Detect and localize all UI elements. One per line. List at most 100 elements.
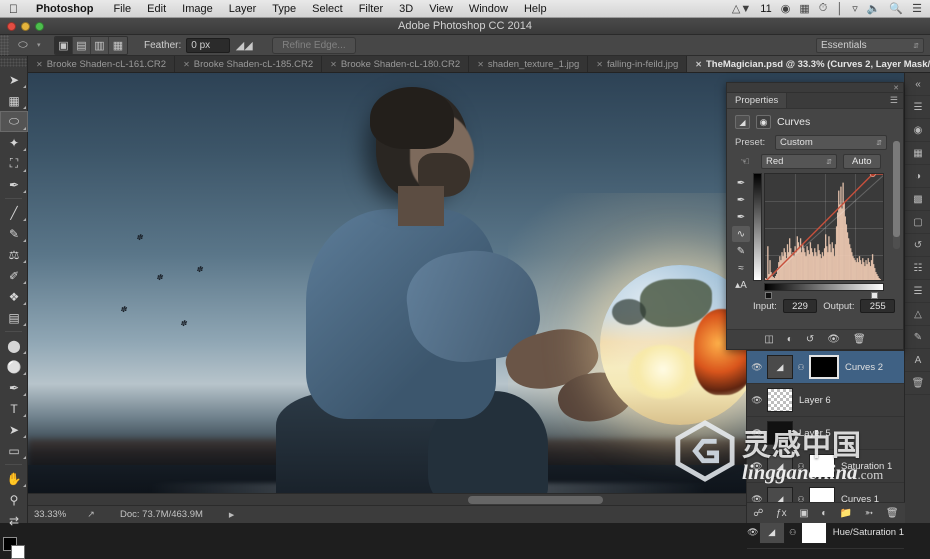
layer-thumbnail[interactable] <box>767 388 793 412</box>
layer-mask-thumbnail[interactable] <box>809 454 835 478</box>
zoom-tool[interactable]: ⚲ <box>0 489 28 510</box>
close-icon[interactable]: ✕ <box>893 84 899 92</box>
pencil-draw-curve-icon[interactable]: ✎ <box>732 243 750 259</box>
options-bar-grip[interactable] <box>0 34 9 56</box>
dock-menu-icon[interactable]: ☰ <box>905 96 930 119</box>
hand-tool[interactable]: ✋ <box>0 468 28 489</box>
clip-to-layer-icon[interactable]: ◉ <box>756 115 771 129</box>
toggle-visibility-icon[interactable]: 👁 <box>747 362 767 373</box>
gray-point-eyedropper-icon[interactable]: ✒ <box>732 192 750 208</box>
toggle-visibility-icon[interactable]: 👁 <box>747 428 767 439</box>
spotlight-search-icon[interactable]: 🔍 <box>889 2 903 15</box>
brush-tool[interactable]: ✎ <box>0 223 28 244</box>
curves-graph[interactable] <box>753 173 885 299</box>
layer-mask-thumbnail[interactable] <box>800 520 827 544</box>
apple-icon[interactable]:  <box>0 3 28 15</box>
properties-panel-titlebar[interactable]: ✕ <box>727 83 903 93</box>
clock-icon[interactable]: ⏱ <box>819 2 828 15</box>
lasso-tool[interactable]: ⬭ <box>0 111 28 132</box>
document-tab-5[interactable]: ✕ falling-in-feild.jpg <box>588 56 688 72</box>
layer-row-layer-6[interactable]: 👁 Layer 6 <box>747 384 904 417</box>
properties-scrollbar[interactable] <box>893 141 900 249</box>
rectangle-tool[interactable]: ▭ <box>0 440 28 461</box>
eyedropper-tool[interactable]: ✒ <box>0 174 28 195</box>
minimize-button[interactable] <box>21 22 30 31</box>
dock-navigator-panel-icon[interactable]: ▢ <box>905 211 930 234</box>
history-brush-tool[interactable]: ✐ <box>0 265 28 286</box>
crop-tool[interactable]: ⛶ <box>0 153 28 174</box>
view-previous-state-icon[interactable]: ◐ <box>787 334 793 345</box>
menu-item-3d[interactable]: 3D <box>391 3 421 15</box>
layer-thumbnail[interactable]: ◢ <box>767 454 793 478</box>
menu-app-name[interactable]: Photoshop <box>28 3 105 15</box>
auto-button[interactable]: Auto <box>843 154 881 169</box>
white-point-slider[interactable] <box>871 292 878 299</box>
feather-input[interactable]: 0 px <box>186 37 231 53</box>
menu-item-layer[interactable]: Layer <box>221 3 265 15</box>
anti-alias-icon[interactable]: ◢◢ <box>230 35 258 56</box>
delete-layer-icon[interactable]: 🗑 <box>886 508 899 519</box>
display-icon[interactable]: ◉ <box>781 2 791 15</box>
link-layers-icon[interactable]: ☍ <box>753 508 763 519</box>
dock-delete-icon[interactable]: 🗑 <box>905 372 930 395</box>
close-icon[interactable]: ✕ <box>183 60 190 69</box>
intersect-selection-button[interactable]: ▦ <box>109 36 127 54</box>
layer-row-curves-2[interactable]: 👁 ◢ ⚇ Curves 2 <box>747 351 904 384</box>
layer-thumbnail[interactable]: ◢ <box>767 355 793 379</box>
close-icon[interactable]: ✕ <box>477 60 484 69</box>
clip-to-layer-icon[interactable]: ◫ <box>764 334 773 345</box>
notification-center-icon[interactable]: ☰ <box>912 2 922 15</box>
zoom-level[interactable]: 33.33% <box>28 509 80 520</box>
layer-style-icon[interactable]: ƒx <box>776 508 787 519</box>
toggle-visibility-icon[interactable]: 👁 <box>747 461 767 472</box>
background-color-swatch[interactable] <box>10 545 25 559</box>
link-mask-icon[interactable]: ⚇ <box>796 363 806 372</box>
reset-icon[interactable]: ↺ <box>806 334 814 345</box>
document-tab-4[interactable]: ✕ shaden_texture_1.jpg <box>469 56 589 72</box>
battery-icon[interactable]: │ <box>836 3 843 15</box>
layer-name[interactable]: Saturation 1 <box>841 461 892 472</box>
document-tab-active[interactable]: ✕ TheMagician.psd @ 33.3% (Curves 2, Lay… <box>687 56 930 72</box>
toggle-visibility-icon[interactable]: 👁 <box>827 334 840 345</box>
layer-name[interactable]: Curves 2 <box>845 362 883 373</box>
layer-row-layer-5[interactable]: 👁 Layer 5 <box>747 417 904 450</box>
swap-colors-icon[interactable]: ⇄ <box>0 510 28 531</box>
black-point-slider[interactable] <box>765 292 772 299</box>
layer-name[interactable]: Layer 5 <box>799 428 831 439</box>
path-selection-tool[interactable]: ➤ <box>0 419 28 440</box>
menu-item-file[interactable]: File <box>105 3 139 15</box>
wifi-icon[interactable]: ▿ <box>852 2 858 15</box>
blur-tool[interactable]: ⬤ <box>0 335 28 356</box>
link-mask-icon[interactable]: ⚇ <box>788 528 798 537</box>
workspace-selector[interactable]: Essentials ⇵ <box>816 38 924 53</box>
zoom-button[interactable] <box>35 22 44 31</box>
new-layer-icon[interactable]: ➳ <box>865 508 873 519</box>
type-tool[interactable]: T <box>0 398 28 419</box>
toggle-visibility-icon[interactable]: 👁 <box>747 395 767 406</box>
input-value-field[interactable]: 229 <box>782 299 818 313</box>
scrollbar-thumb[interactable] <box>468 496 603 504</box>
menu-item-view[interactable]: View <box>421 3 461 15</box>
document-tab-1[interactable]: ✕ Brooke Shaden-cL-161.CR2 <box>28 56 176 72</box>
expand-arrow-icon[interactable]: ▶ <box>229 511 234 519</box>
menu-item-window[interactable]: Window <box>461 3 516 15</box>
add-to-selection-button[interactable]: ▤ <box>73 36 91 54</box>
dock-collapse-icon[interactable]: « <box>905 73 930 96</box>
tool-preset-chevron-icon[interactable]: ▾ <box>37 41 49 49</box>
dock-color-panel-icon[interactable]: ◉ <box>905 119 930 142</box>
new-selection-button[interactable]: ▣ <box>55 36 73 54</box>
histogram-toggle-icon[interactable]: ▴A <box>732 277 750 293</box>
toggle-visibility-icon[interactable]: 👁 <box>747 527 759 538</box>
close-icon[interactable]: ✕ <box>36 60 43 69</box>
menu-item-select[interactable]: Select <box>304 3 351 15</box>
output-value-field[interactable]: 255 <box>860 299 895 313</box>
menu-item-type[interactable]: Type <box>264 3 304 15</box>
delete-icon[interactable]: 🗑 <box>853 334 866 345</box>
channel-select[interactable]: Red ⇵ <box>761 154 837 169</box>
dock-character-panel-icon[interactable]: A <box>905 349 930 372</box>
dock-swatches-panel-icon[interactable]: ▦ <box>905 142 930 165</box>
spot-healing-brush-tool[interactable]: ╱ <box>0 202 28 223</box>
move-tool[interactable]: ➤ <box>0 69 28 90</box>
refine-edge-button[interactable]: Refine Edge... <box>272 36 356 54</box>
share-icon[interactable]: ↗ <box>80 509 102 520</box>
